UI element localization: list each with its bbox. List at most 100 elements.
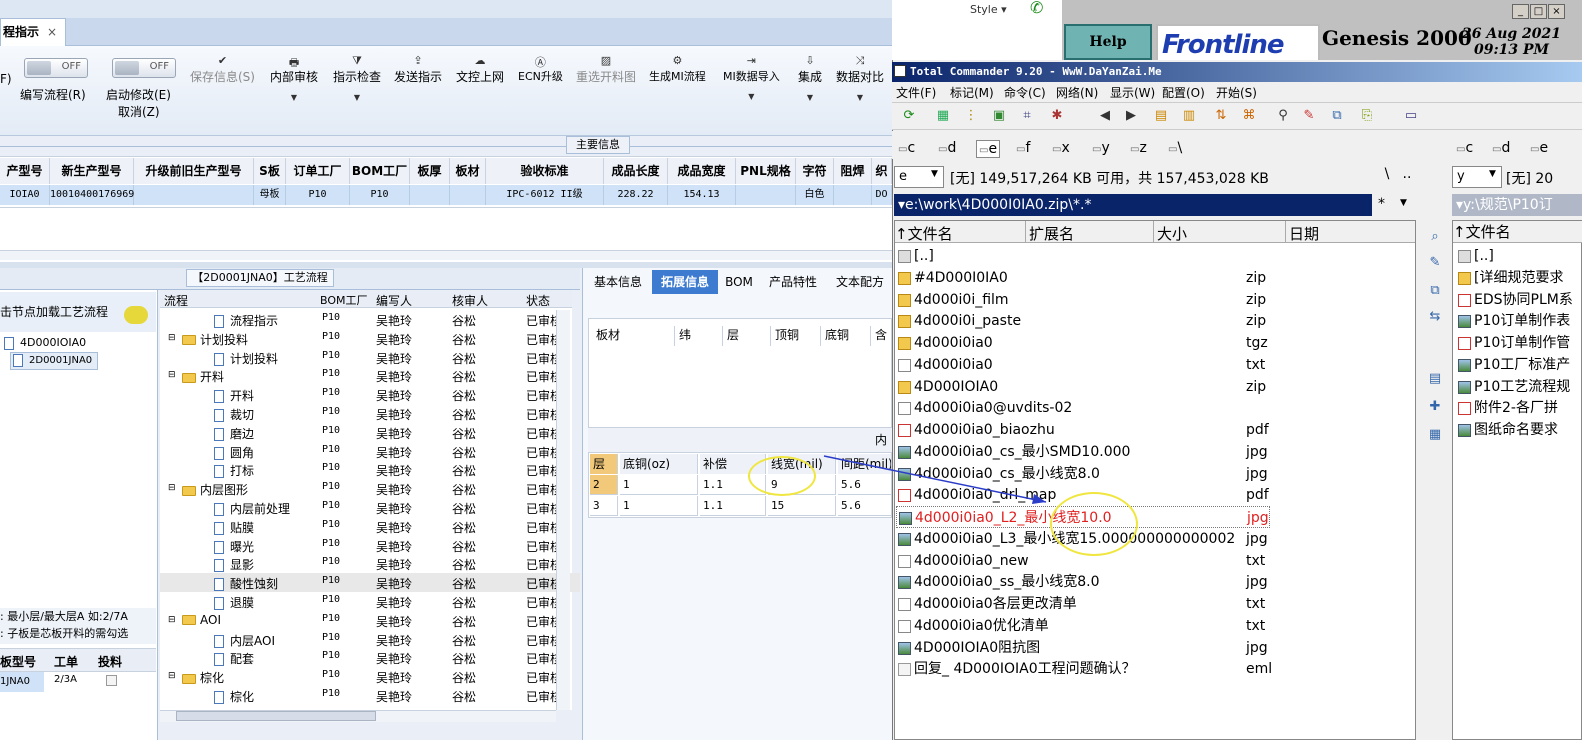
column-header[interactable]: 验收标准: [486, 158, 604, 184]
file-row[interactable]: 4d000i0ia0_biaozhu pdf: [896, 419, 1270, 441]
chevron-down-icon[interactable]: ▼: [1400, 198, 1407, 208]
notepad-icon[interactable]: ▭: [1400, 105, 1422, 127]
menu-item[interactable]: 开始(S): [1216, 84, 1257, 101]
file-row[interactable]: 4d000i0ia0各层更改清单 txt: [896, 593, 1270, 615]
table-cell[interactable]: [834, 185, 872, 205]
collapse-icon[interactable]: ⊟: [168, 483, 176, 493]
column-header[interactable]: 板材: [592, 326, 620, 346]
table-cell[interactable]: IOIA0: [0, 185, 50, 205]
table-cell[interactable]: IPC-6012 II级: [486, 185, 604, 205]
right-path-bar[interactable]: ▾y:\规范\P10订: [1452, 194, 1582, 216]
detail-tab[interactable]: 基本信息: [588, 270, 648, 294]
tree-node-root[interactable]: 4D000IOIA0: [4, 336, 86, 350]
drive-button[interactable]: ▭e: [1530, 140, 1548, 156]
integrate-button[interactable]: ⇩ 集成 ▼: [798, 54, 822, 102]
search-icon[interactable]: ⚲: [1272, 105, 1294, 127]
drive-button[interactable]: ▭e: [976, 140, 1001, 158]
column-header[interactable]: 成品宽度: [668, 158, 736, 184]
flow-row[interactable]: 磨边 P10 吴艳玲 谷松 已审核: [160, 423, 580, 442]
drive-button[interactable]: ▭c: [898, 140, 915, 156]
drive-button[interactable]: ▭y: [1092, 140, 1110, 156]
file-row[interactable]: #4D000I0IA0 zip: [896, 267, 1270, 289]
flow-row[interactable]: 计划投料 P10 吴艳玲 谷松 已审核: [160, 348, 580, 367]
table-cell[interactable]: P10: [350, 185, 410, 205]
menu-item[interactable]: 网络(N): [1056, 84, 1098, 101]
start-modify-toggle[interactable]: OFF: [112, 58, 176, 78]
file-row[interactable]: 4d000i0ia0 tgz: [896, 332, 1270, 354]
phone-icon[interactable]: ✆: [1030, 0, 1043, 17]
menu-item[interactable]: 配置(O): [1162, 84, 1205, 101]
scrollbar-thumb[interactable]: [176, 711, 376, 721]
drive-button[interactable]: ▭d: [1492, 140, 1510, 156]
col-ext[interactable]: 扩展名: [1029, 223, 1074, 244]
column-header[interactable]: S板: [254, 158, 286, 184]
back-icon[interactable]: ◀: [1094, 105, 1116, 127]
column-header[interactable]: 含: [870, 326, 887, 346]
file-row[interactable]: 4d000i0i_film zip: [896, 289, 1270, 311]
flow-row[interactable]: 流程指示 P10 吴艳玲 谷松 已审核: [160, 310, 580, 329]
minimize-icon[interactable]: _: [1512, 4, 1529, 19]
ecn-upgrade-button[interactable]: Ⓐ ECN升级: [518, 54, 563, 84]
col-size[interactable]: 大小: [1157, 223, 1187, 244]
drive-button[interactable]: ▭x: [1052, 140, 1070, 156]
data-compare-button[interactable]: ⤨ 数据对比 ▼: [836, 54, 884, 102]
upload-file-button[interactable]: ☁ 文控上网: [456, 54, 504, 85]
table-cell[interactable]: DO: [872, 185, 892, 205]
flow-row[interactable]: 曝光 P10 吴艳玲 谷松 已审核: [160, 536, 580, 555]
compare-icon[interactable]: ⧉: [1326, 105, 1348, 127]
drive-button[interactable]: ▭z: [1130, 140, 1147, 156]
reselect-material-button[interactable]: ▨ 重选开料图: [576, 54, 636, 85]
right-file-list-header[interactable]: ↑文件名: [1453, 221, 1582, 243]
drive-select[interactable]: e ▼: [894, 166, 944, 188]
file-row[interactable]: 4D000IOIA0阻抗图 jpg: [896, 637, 1270, 659]
detail-tab[interactable]: 产品特性: [760, 270, 826, 294]
flow-row[interactable]: 内层AOI P10 吴艳玲 谷松 已审核: [160, 630, 580, 649]
generate-mi-button[interactable]: ⚙ 生成MI流程: [649, 54, 706, 84]
feed-checkbox[interactable]: [106, 675, 117, 686]
file-row[interactable]: P10工艺流程规: [1456, 376, 1582, 398]
menu-item[interactable]: 命令(C): [1004, 84, 1046, 101]
column-header[interactable]: 新生产型号: [50, 158, 134, 184]
column-header[interactable]: 订单工厂: [286, 158, 350, 184]
root-button[interactable]: \: [1378, 166, 1396, 188]
up-button[interactable]: ..: [1398, 166, 1416, 188]
internal-review-button[interactable]: 🖶 内部审核 ▼: [270, 54, 318, 102]
file-row[interactable]: P10工厂标准产: [1456, 354, 1582, 376]
detail-tab[interactable]: 拓展信息: [652, 270, 718, 294]
column-header[interactable]: 顶铜: [770, 326, 799, 346]
filter-star[interactable]: *: [1378, 196, 1385, 212]
column-header[interactable]: 层: [722, 326, 739, 346]
close-icon[interactable]: ×: [47, 19, 57, 46]
drive-button[interactable]: ▭f: [1016, 140, 1030, 156]
flow-row[interactable]: ⊟ 内层图形 P10 吴艳玲 谷松 已审核: [160, 479, 580, 498]
column-header[interactable]: BOM工厂: [350, 158, 410, 184]
column-header[interactable]: 升级前旧生产型号: [134, 158, 254, 184]
rename-icon[interactable]: ✎: [1298, 105, 1320, 127]
instruction-check-button[interactable]: ⧩ 指示检查 ▼: [333, 54, 381, 102]
column-header[interactable]: 产型号: [0, 158, 50, 184]
maximize-icon[interactable]: □: [1530, 4, 1547, 19]
table-cell[interactable]: 228.22: [604, 185, 668, 205]
table-cell[interactable]: 154.13: [668, 185, 736, 205]
table-cell[interactable]: 1: [620, 496, 698, 516]
collapse-icon[interactable]: ⊟: [168, 333, 176, 343]
table-cell[interactable]: [736, 185, 796, 205]
column-header[interactable]: 纬: [674, 326, 691, 346]
column-header[interactable]: 层: [590, 454, 618, 474]
sub-table-cell[interactable]: 1JNA0: [0, 672, 44, 692]
menu-item[interactable]: 显示(W): [1110, 84, 1155, 101]
file-row[interactable]: 4d000i0i_paste zip: [896, 310, 1270, 332]
file-row[interactable]: 回复_ 4D000IOIA0工程问题确认？ eml: [896, 658, 1272, 680]
unpack-icon[interactable]: ▥: [1178, 105, 1200, 127]
table-cell[interactable]: 10010400176969: [50, 185, 134, 205]
style-menu[interactable]: Style ▾: [970, 3, 1007, 16]
help-button[interactable]: Help: [1064, 24, 1152, 60]
flow-row[interactable]: 开料 P10 吴艳玲 谷松 已审核: [160, 385, 580, 404]
save-info-button[interactable]: ✔ 保存信息(S): [190, 54, 255, 85]
left-path-bar[interactable]: ▾e:\work\4D000I0IA0.zip\*.*: [894, 194, 1372, 216]
file-row[interactable]: [..]: [1456, 245, 1582, 267]
column-header[interactable]: 板材: [450, 158, 486, 184]
move-icon[interactable]: ⇆: [1424, 306, 1446, 328]
refresh-icon[interactable]: ⟳: [898, 105, 920, 127]
edit-icon[interactable]: ✎: [1424, 252, 1446, 274]
